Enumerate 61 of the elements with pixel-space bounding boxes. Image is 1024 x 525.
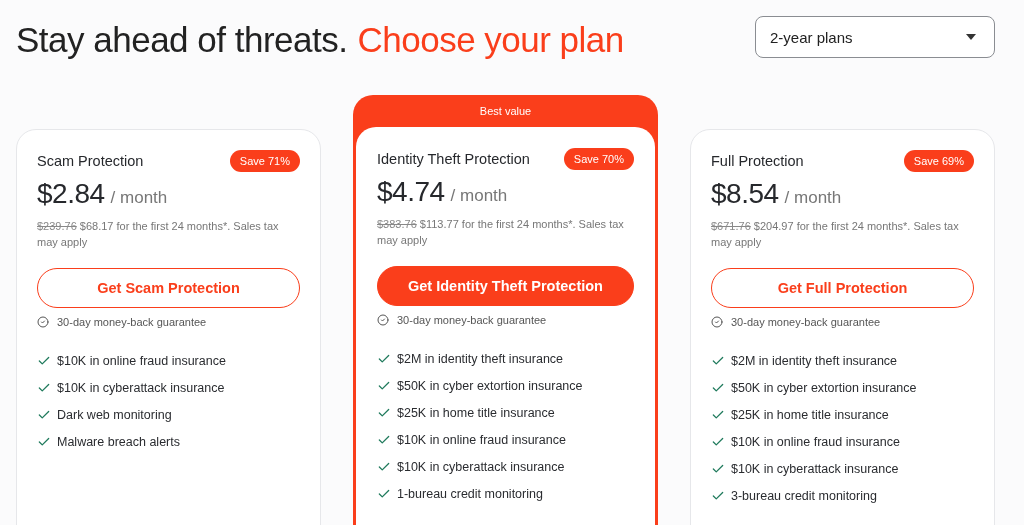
check-icon [37,381,51,395]
check-icon [377,460,391,474]
feature-text: $50K in cyber extortion insurance [397,379,583,393]
guarantee-text: 30-day money-back guarantee [731,316,881,328]
savings-badge: Save 70% [563,148,634,170]
price-period: / month [450,186,508,206]
page-heading-accent: Choose your plan [357,20,624,60]
plan-name: Identity Theft Protection [377,151,530,167]
check-icon [711,354,725,368]
check-icon [711,435,725,449]
feature-text: Dark web monitoring [57,408,172,422]
feature-text: 3-bureau credit monitoring [731,489,877,503]
circle-check-icon [711,316,723,328]
savings-badge: Save 71% [229,150,300,172]
check-icon [377,379,391,393]
feature-text: $10K in cyberattack insurance [731,462,899,476]
price-note: $239.76 $68.17 for the first 24 months*. Sales tax may apply [37,219,280,250]
check-icon [711,408,725,422]
price: $8.54 [711,178,779,210]
plan-name: Scam Protection [37,153,144,169]
price: $2.84 [37,178,105,210]
feature-text: $10K in online fraud insurance [57,354,226,368]
price: $4.74 [377,176,445,208]
feature-text: $2M in identity theft insurance [731,354,898,368]
price-note: $383.76 $113.77 for the first 24 months*. Sales tax may apply [377,217,625,248]
caret-icon [966,34,976,40]
get-plan-button[interactable]: Get Scam Protection [37,268,300,308]
check-icon [711,489,725,503]
feature-text: $2M in identity theft insurance [397,352,564,366]
feature-text: 1-bureau credit monitoring [397,487,543,501]
guarantee-text: 30-day money-back guarantee [397,314,547,326]
savings-badge: Save 69% [903,150,974,172]
check-icon [377,352,391,366]
check-icon [37,408,51,422]
check-icon [711,462,725,476]
check-icon [377,433,391,447]
price-period: / month [110,188,168,208]
plan-length-dropdown[interactable]: 2-year plans [755,16,995,58]
feature-text: $50K in cyber extortion insurance [731,381,917,395]
check-icon [37,354,51,368]
circle-check-icon [37,316,49,328]
check-icon [37,435,51,449]
feature-text: $10K in cyberattack insurance [57,381,225,395]
get-plan-button[interactable]: Get Identity Theft Protection [377,266,634,306]
check-icon [377,406,391,420]
get-plan-button[interactable]: Get Full Protection [711,268,974,308]
feature-text: $25K in home title insurance [731,408,889,422]
page-heading: Stay ahead of threats. [16,20,348,60]
plan-name: Full Protection [711,153,804,169]
check-icon [711,381,725,395]
price-period: / month [784,188,842,208]
check-icon [377,487,391,501]
feature-text: $10K in online fraud insurance [397,433,566,447]
feature-text: $25K in home title insurance [397,406,555,420]
feature-text: Malware breach alerts [57,435,180,449]
feature-text: $10K in cyberattack insurance [397,460,565,474]
banner-label: Best value [478,104,533,119]
guarantee-text: 30-day money-back guarantee [57,316,207,328]
feature-text: $10K in online fraud insurance [731,435,900,449]
circle-check-icon [377,314,389,326]
price-note: $671.76 $204.97 for the first 24 months*. Sales tax may apply [711,219,960,250]
